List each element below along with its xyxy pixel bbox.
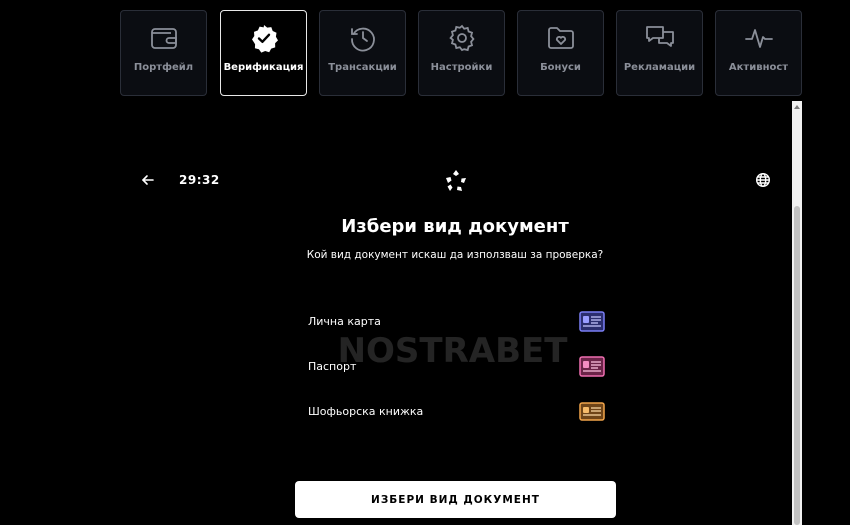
tab-label: Бонуси <box>540 62 581 73</box>
document-option-label: Лична карта <box>308 314 381 328</box>
document-option-label: Паспорт <box>308 359 357 373</box>
document-option-label: Шофьорска книжка <box>308 404 424 418</box>
activity-pulse-icon <box>744 23 774 53</box>
id-card-icon <box>579 310 605 332</box>
tab-transactions[interactable]: Трансакции <box>319 10 406 96</box>
globe-icon[interactable] <box>755 172 771 188</box>
tab-label: Портфейл <box>133 62 194 73</box>
scroll-up-arrow-icon[interactable] <box>792 101 802 113</box>
scrollbar[interactable] <box>792 101 802 525</box>
passport-icon <box>579 355 605 377</box>
document-option-id-card[interactable]: Лична карта <box>303 306 605 336</box>
gear-icon <box>447 23 477 53</box>
tab-wallet[interactable]: Портфейл <box>120 10 207 96</box>
page-subtitle: Кой вид документ искаш да използваш за п… <box>306 249 604 261</box>
tab-verification[interactable]: Верификация <box>220 10 307 96</box>
back-arrow-icon[interactable] <box>140 172 156 188</box>
driver-license-icon <box>579 401 605 422</box>
document-option-driver-license[interactable]: Шофьорска книжка <box>303 396 605 426</box>
tab-bonuses[interactable]: Бонуси <box>517 10 604 96</box>
history-icon <box>348 23 378 53</box>
tab-label: Трансакции <box>328 62 397 73</box>
document-option-passport[interactable]: Паспорт <box>303 351 605 381</box>
tab-label: Рекламации <box>623 62 696 73</box>
tab-label: Настройки <box>430 62 493 73</box>
folder-heart-icon <box>546 23 576 53</box>
page-title: Избери вид документ <box>341 216 569 237</box>
chat-bubbles-icon <box>645 23 675 53</box>
tab-complaints[interactable]: Рекламации <box>616 10 703 96</box>
logo-icon <box>444 169 468 193</box>
wallet-icon <box>149 23 179 53</box>
verified-badge-icon <box>249 23 279 53</box>
tab-activity[interactable]: Активност <box>715 10 802 96</box>
tab-label: Активност <box>728 62 789 73</box>
tab-label: Верификация <box>223 62 304 73</box>
choose-document-button[interactable]: ИЗБЕРИ ВИД ДОКУМЕНТ <box>295 481 616 518</box>
tab-settings[interactable]: Настройки <box>418 10 505 96</box>
countdown-timer: 29:32 <box>179 173 220 187</box>
